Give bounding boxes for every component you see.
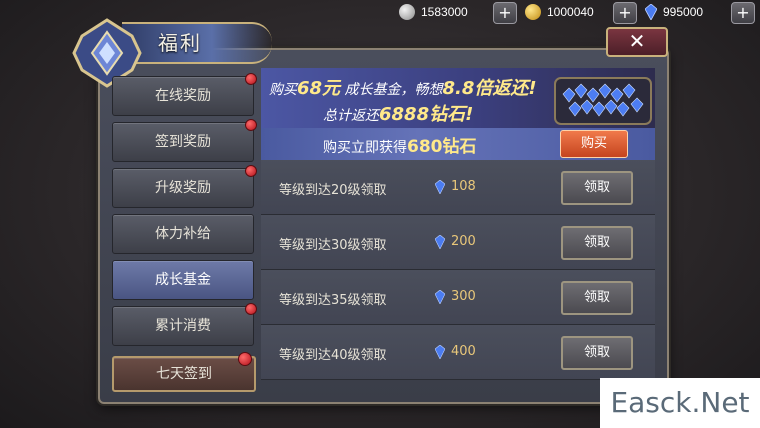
instant-diamond-amount: 680钻石: [407, 137, 477, 157]
sidebar-item-label: 体力补给: [155, 226, 211, 242]
diamond-currency: 995000: [645, 2, 703, 22]
reward-condition: 等级到达40级领取: [279, 348, 387, 363]
sidebar-item-label: 签到奖励: [155, 134, 211, 150]
gold-currency: 1000040: [525, 2, 594, 22]
sidebar-item-signin-reward[interactable]: 签到奖励: [112, 119, 257, 162]
silver-currency: 1583000: [399, 2, 468, 22]
reward-amount: 300: [451, 289, 476, 304]
reward-condition: 等级到达20级领取: [279, 183, 387, 198]
notification-dot-icon: [238, 352, 252, 366]
add-silver-button[interactable]: +: [493, 2, 517, 24]
sidebar-item-growth-fund[interactable]: 成长基金: [112, 260, 254, 300]
sidebar-item-label: 七天签到: [156, 366, 212, 382]
buy-row: 购买立即获得680钻石 购买: [261, 128, 655, 160]
diamond-icon: [435, 180, 445, 194]
close-button[interactable]: ✕: [606, 27, 668, 57]
claim-button[interactable]: 领取: [561, 226, 633, 260]
window-title: 福利: [158, 31, 202, 55]
gold-coin-icon: [525, 4, 541, 20]
reward-amount: 108: [451, 179, 476, 194]
add-diamond-button[interactable]: +: [731, 2, 755, 24]
notification-dot-icon: [245, 165, 257, 177]
sidebar: 在线奖励 签到奖励 升级奖励 体力补给 成长基金 累计消费 七天签到: [106, 68, 258, 394]
reward-condition: 等级到达35级领取: [279, 293, 387, 308]
gold-amount: 1000040: [547, 5, 594, 19]
sidebar-item-stamina-supply[interactable]: 体力补给: [112, 214, 254, 254]
fund-price: 68元: [297, 78, 341, 99]
list-item: 等级到达20级领取 108 领取: [261, 160, 655, 215]
reward-condition: 等级到达30级领取: [279, 238, 387, 253]
sidebar-item-label: 升级奖励: [155, 180, 211, 196]
diamond-icon: [435, 290, 445, 304]
sidebar-item-seven-day-signin[interactable]: 七天签到: [112, 352, 256, 392]
watermark: Easck.Net: [600, 378, 760, 428]
diamond-amount: 995000: [663, 5, 704, 19]
reward-amount: 400: [451, 344, 476, 359]
notification-dot-icon: [245, 303, 257, 315]
notification-dot-icon: [245, 119, 257, 131]
diamond-icon: [435, 235, 445, 249]
sidebar-item-online-reward[interactable]: 在线奖励: [112, 73, 257, 116]
list-item: 等级到达35级领取 300 领取: [261, 270, 655, 325]
total-return-amount: 6888钻石!: [379, 104, 474, 125]
list-item: 等级到达40级领取 400 领取: [261, 325, 655, 380]
claim-button[interactable]: 领取: [561, 281, 633, 315]
banner-line-2: 总计返还6888钻石!: [323, 100, 473, 126]
growth-fund-banner: 购买68元 成长基金，畅想8.8倍返还! 总计返还6888钻石! 购买立即获得6…: [261, 68, 655, 160]
return-multiplier: 8.8倍返还!: [442, 78, 537, 99]
currency-bar: 1583000 + 1000040 + 995000 +: [395, 0, 760, 24]
banner-text: 购买: [269, 82, 297, 98]
add-gold-button[interactable]: +: [613, 2, 637, 24]
claim-button[interactable]: 领取: [561, 336, 633, 370]
reward-amount: 200: [451, 234, 476, 249]
banner-text: 总计返还: [323, 108, 379, 124]
notification-dot-icon: [245, 73, 257, 85]
silver-amount: 1583000: [421, 5, 468, 19]
diamond-icon: [435, 345, 445, 359]
sidebar-item-label: 在线奖励: [155, 88, 211, 104]
banner-line-1: 购买68元 成长基金，畅想8.8倍返还!: [269, 74, 537, 100]
buy-button[interactable]: 购买: [560, 130, 628, 158]
banner-text: 成长基金，畅想: [340, 82, 443, 98]
sidebar-item-label: 成长基金: [155, 272, 211, 288]
reward-list: 等级到达20级领取 108 领取 等级到达30级领取 200 领取 等级到达35…: [261, 160, 655, 380]
diamond-icon: [645, 4, 657, 20]
buy-text: 购买立即获得: [323, 140, 407, 156]
buy-reward-text: 购买立即获得680钻石: [323, 132, 477, 157]
sidebar-item-label: 累计消费: [155, 318, 211, 334]
sidebar-item-cumulative-spend[interactable]: 累计消费: [112, 303, 257, 346]
claim-button[interactable]: 领取: [561, 171, 633, 205]
list-item: 等级到达30级领取 200 领取: [261, 215, 655, 270]
silver-coin-icon: [399, 4, 415, 20]
diamond-pile-icon: [554, 77, 652, 125]
sidebar-item-levelup-reward[interactable]: 升级奖励: [112, 165, 257, 208]
close-icon: ✕: [628, 29, 646, 53]
